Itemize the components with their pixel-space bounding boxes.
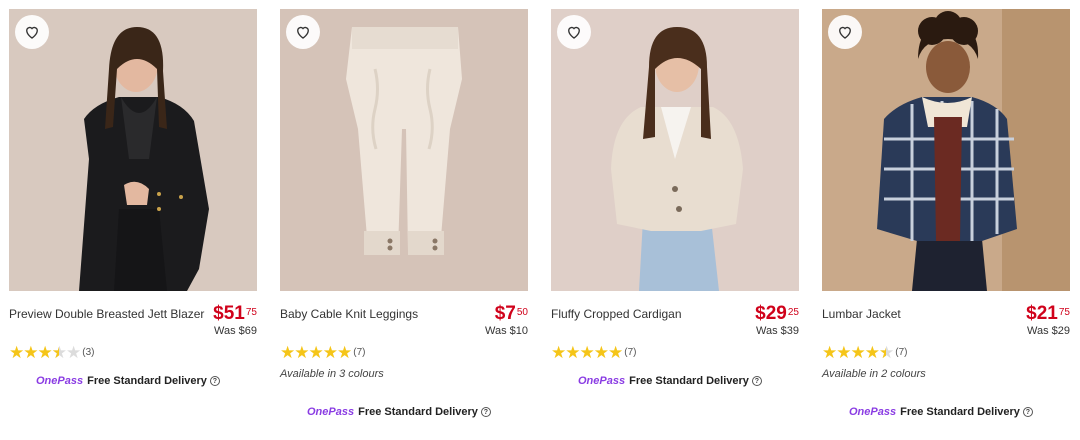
- wishlist-heart-icon[interactable]: [15, 15, 49, 49]
- star-icon: ★: [593, 343, 609, 362]
- star-rating: ★ ★ ★ ★ ★: [822, 343, 894, 362]
- star-icon: ★: [294, 343, 309, 362]
- product-price: $750: [494, 303, 528, 324]
- delivery-text: Free Standard Delivery: [358, 406, 478, 418]
- wishlist-heart-icon[interactable]: [828, 15, 862, 49]
- question-circle-icon[interactable]: ?: [480, 407, 491, 417]
- star-icon: ★: [308, 343, 324, 362]
- onepass-logo: OnePass: [849, 406, 897, 418]
- product-image[interactable]: [822, 9, 1070, 291]
- star-icon: ★: [836, 343, 851, 362]
- leggings-photo: [280, 9, 528, 291]
- jacket-photo: [822, 9, 1070, 291]
- wishlist-heart-icon[interactable]: [286, 15, 320, 49]
- star-icon: ★: [879, 344, 894, 361]
- product-image[interactable]: [280, 9, 528, 291]
- star-icon: ★: [66, 343, 81, 362]
- star-icon: ★: [551, 343, 566, 362]
- cardigan-photo: [551, 9, 799, 291]
- star-rating: ★ ★ ★ ★ ★: [280, 343, 352, 362]
- delivery-text: Free Standard Delivery: [629, 375, 749, 387]
- star-icon: ★: [322, 343, 338, 362]
- star-icon: ★: [37, 343, 53, 362]
- star-icon: ★: [850, 343, 866, 362]
- star-icon: ★: [565, 343, 580, 362]
- product-rating[interactable]: ★★★★★ (7): [822, 344, 907, 361]
- star-icon: ★: [337, 343, 352, 362]
- onepass-delivery[interactable]: OnePass Free Standard Delivery ?: [578, 375, 762, 387]
- onepass-logo: OnePass: [578, 375, 626, 387]
- was-price: Was $29: [1026, 325, 1070, 337]
- product-rating[interactable]: ★★★★★ (3): [9, 344, 94, 361]
- product-name[interactable]: Baby Cable Knit Leggings: [280, 307, 418, 321]
- star-icon: ★: [864, 343, 880, 362]
- star-icon: ★: [579, 343, 595, 362]
- product-card[interactable]: Baby Cable Knit Leggings $750 Was $10: [280, 9, 528, 341]
- product-image[interactable]: [551, 9, 799, 291]
- question-circle-icon[interactable]: ?: [209, 376, 220, 386]
- product-rating[interactable]: ★★★★★ (7): [280, 344, 365, 361]
- wishlist-heart-icon[interactable]: [557, 15, 591, 49]
- available-colours: Available in 3 colours: [280, 368, 384, 380]
- was-price: Was $69: [213, 325, 257, 337]
- product-price: $2925: [755, 303, 799, 324]
- product-price: $5175: [213, 303, 257, 324]
- question-circle-icon[interactable]: ?: [1022, 407, 1033, 417]
- product-price: $2175: [1026, 303, 1070, 324]
- star-icon: ★: [822, 343, 837, 362]
- question-circle-icon[interactable]: ?: [751, 376, 762, 386]
- review-count: (7): [353, 347, 366, 358]
- onepass-delivery[interactable]: OnePass Free Standard Delivery ?: [849, 406, 1033, 418]
- product-card[interactable]: Preview Double Breasted Jett Blazer $517…: [9, 9, 257, 341]
- onepass-logo: OnePass: [307, 406, 355, 418]
- star-icon: ★: [280, 343, 295, 362]
- product-name[interactable]: Preview Double Breasted Jett Blazer: [9, 307, 204, 321]
- onepass-delivery[interactable]: OnePass Free Standard Delivery ?: [36, 375, 220, 387]
- product-name[interactable]: Fluffy Cropped Cardigan: [551, 307, 682, 321]
- product-name[interactable]: Lumbar Jacket: [822, 307, 901, 321]
- onepass-delivery[interactable]: OnePass Free Standard Delivery ?: [307, 406, 491, 418]
- review-count: (7): [624, 347, 637, 358]
- star-icon: ★: [9, 343, 24, 362]
- product-image[interactable]: [9, 9, 257, 291]
- review-count: (3): [82, 347, 95, 358]
- review-count: (7): [895, 347, 908, 358]
- star-icon: ★: [608, 343, 623, 362]
- star-rating: ★ ★ ★ ★ ★: [9, 343, 81, 362]
- delivery-text: Free Standard Delivery: [900, 406, 1020, 418]
- available-colours: Available in 2 colours: [822, 368, 926, 380]
- onepass-logo: OnePass: [36, 375, 84, 387]
- product-card[interactable]: Lumbar Jacket $2175 Was $29: [822, 9, 1070, 341]
- star-icon: ★: [23, 343, 38, 362]
- product-card[interactable]: Fluffy Cropped Cardigan $2925 Was $39: [551, 9, 799, 341]
- delivery-text: Free Standard Delivery: [87, 375, 207, 387]
- star-rating: ★ ★ ★ ★ ★: [551, 343, 623, 362]
- was-price: Was $10: [484, 325, 528, 337]
- star-icon: ★: [52, 344, 67, 361]
- product-rating[interactable]: ★★★★★ (7): [551, 344, 636, 361]
- blazer-photo: [9, 9, 257, 291]
- was-price: Was $39: [755, 325, 799, 337]
